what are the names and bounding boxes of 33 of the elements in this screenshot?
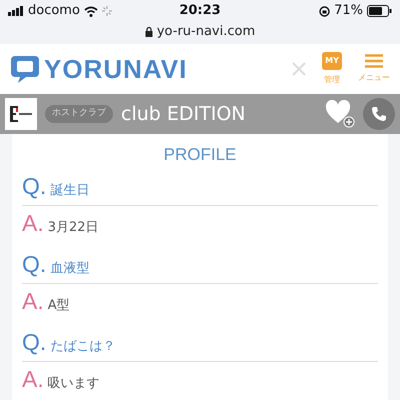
menu-label: メニュー: [358, 72, 390, 84]
answer-mark-label: A.: [22, 212, 44, 234]
url-text[interactable]: yo-ru-navi.com: [156, 22, 256, 42]
battery-icon: [367, 5, 392, 17]
phone-icon: [371, 106, 387, 122]
answer-text: A型: [48, 296, 70, 314]
question-text: たばこは？: [50, 338, 116, 356]
clock-time: 20:23: [179, 2, 221, 20]
favorite-add-icon[interactable]: [325, 100, 355, 128]
my-page-button[interactable]: MY: [322, 52, 342, 70]
logo-text[interactable]: YORUNAVI: [44, 56, 188, 82]
rotation-lock-icon: [319, 6, 330, 16]
section-title: PROFILE: [162, 144, 238, 166]
answer-text: 3月22日: [48, 218, 99, 236]
category-badge: ホストクラブ: [45, 105, 113, 123]
question-mark-label: Q.: [22, 252, 46, 276]
question-text: 血液型: [50, 260, 90, 278]
question-mark-label: Q.: [22, 330, 46, 354]
signal-icon: [8, 6, 24, 16]
loading-icon: [102, 6, 112, 16]
answer-mark-label: A.: [22, 290, 44, 312]
shop-name: club EDITION: [121, 102, 246, 127]
question-text: 誕生日: [50, 182, 90, 200]
call-button[interactable]: [363, 98, 395, 130]
answer-text: 吸います: [48, 374, 100, 392]
question-mark-label: Q.: [22, 174, 46, 198]
lock-icon: [144, 26, 153, 37]
carrier-name: docomo: [28, 2, 80, 20]
logo-icon: [10, 54, 40, 84]
my-page-label: 管理: [324, 74, 340, 86]
battery-percent: 71%: [334, 2, 364, 20]
wifi-icon: [84, 6, 98, 16]
answer-mark-label: A.: [22, 368, 44, 390]
